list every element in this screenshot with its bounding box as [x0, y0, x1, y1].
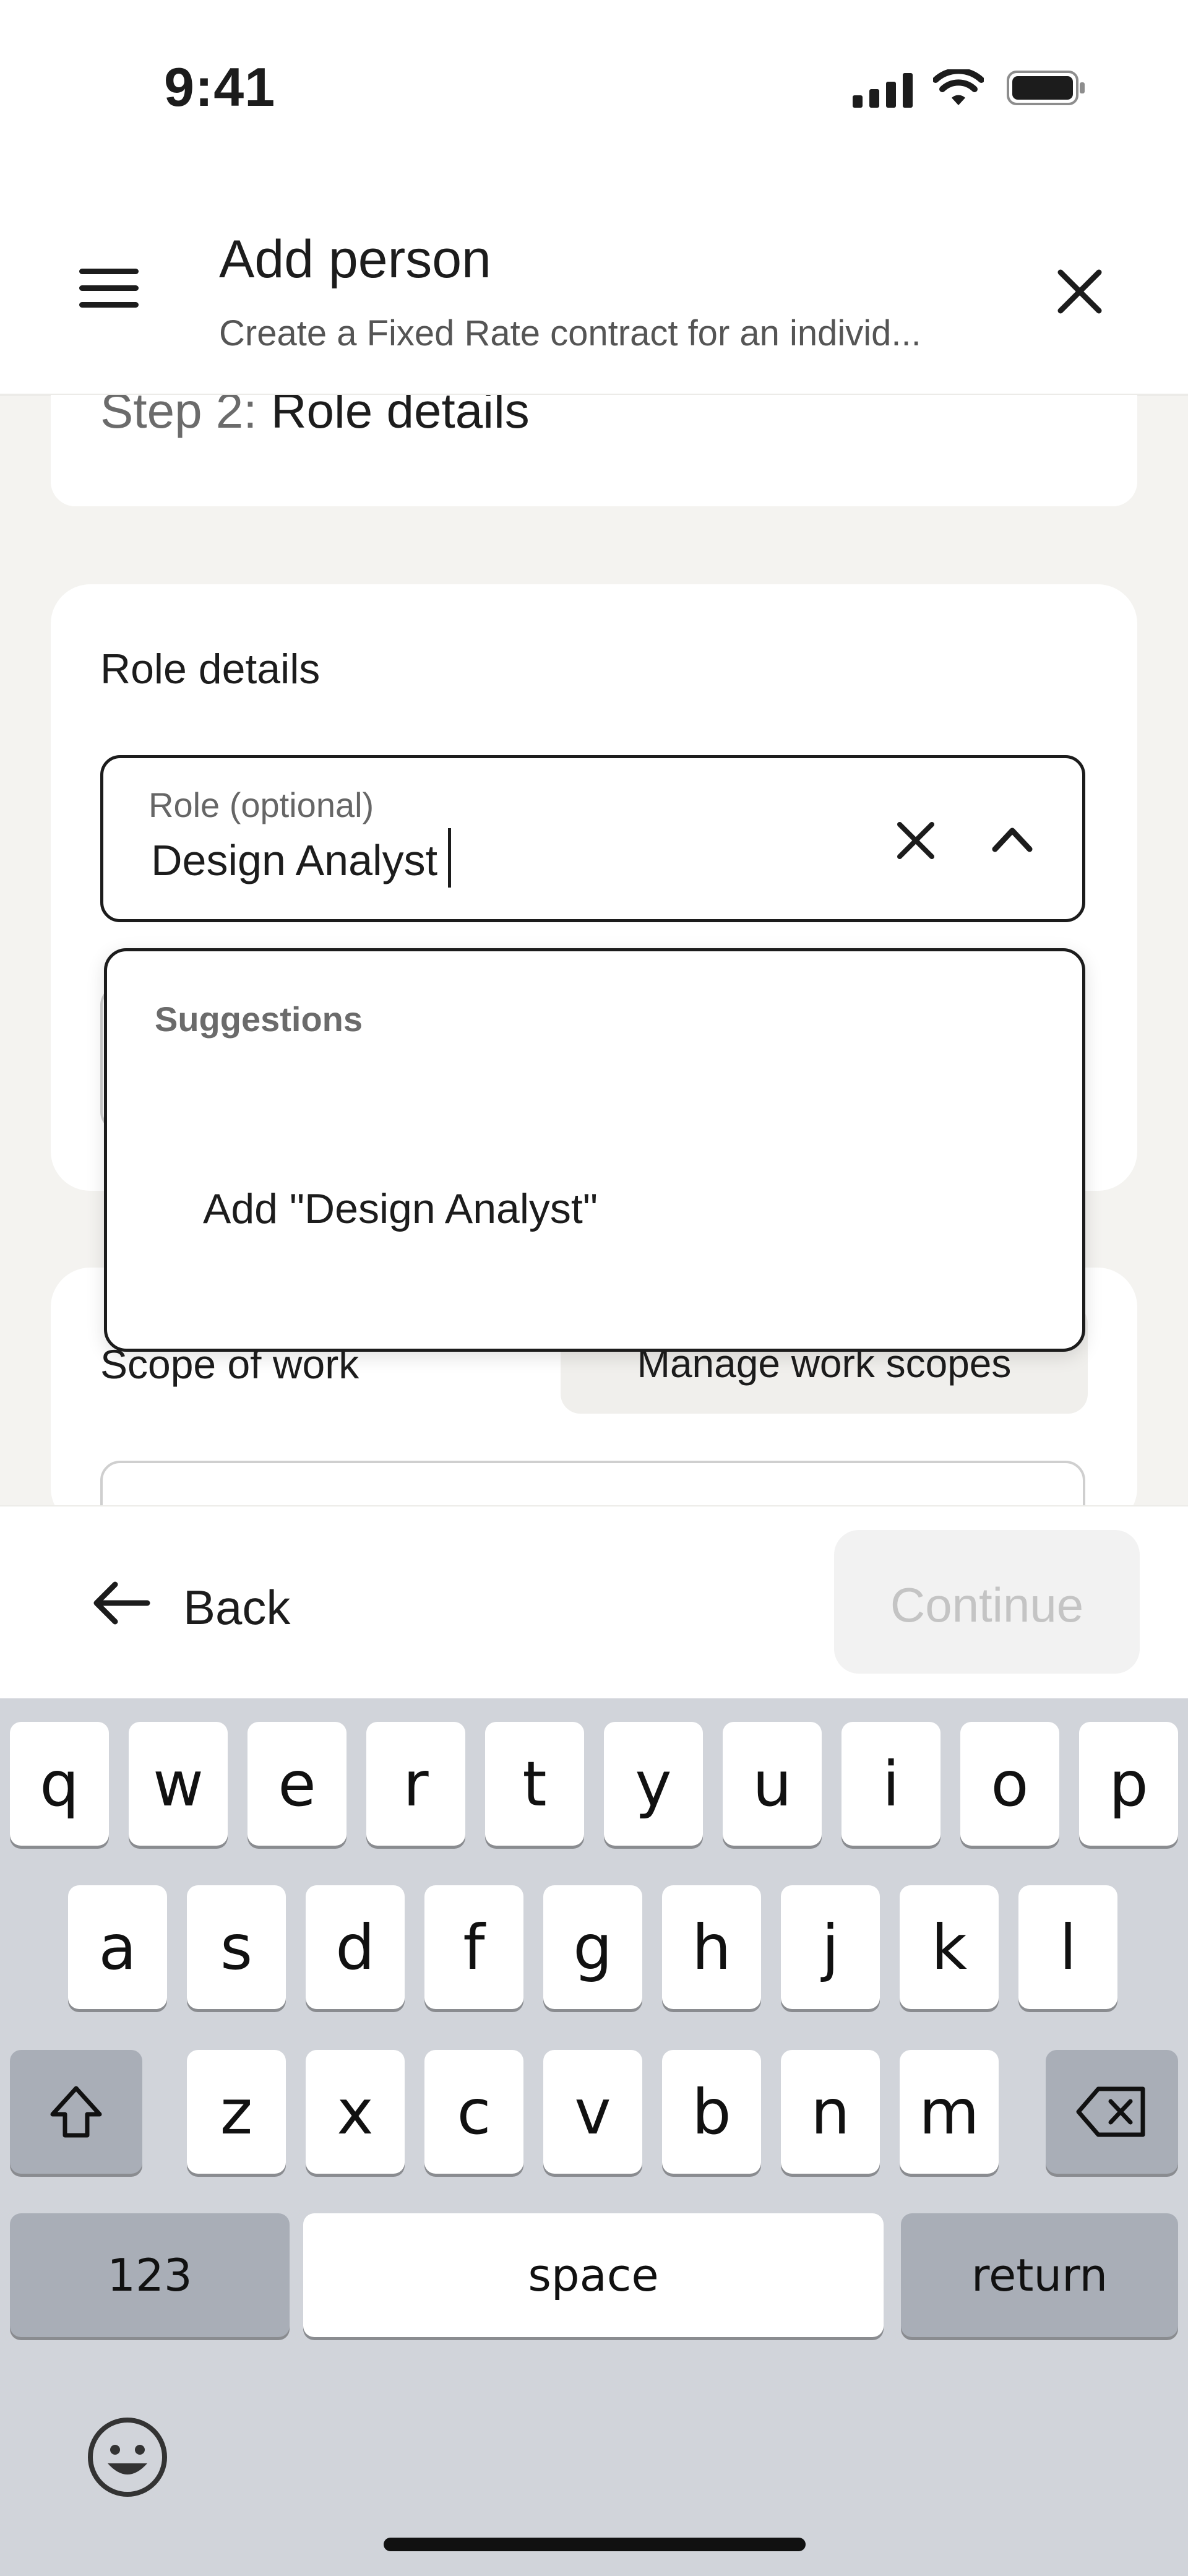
continue-label[interactable]: Continue	[834, 1577, 1140, 1633]
key-s[interactable]: s	[187, 1885, 286, 2009]
key-a[interactable]: a	[68, 1885, 167, 2009]
key-g[interactable]: g	[543, 1885, 642, 2009]
key-q[interactable]: q	[10, 1722, 109, 1846]
page-subtitle: Create a Fixed Rate contract for an indi…	[219, 313, 921, 353]
key-i[interactable]: i	[842, 1722, 940, 1846]
space-key[interactable]: space	[303, 2213, 884, 2337]
chevron-up-icon[interactable]	[988, 817, 1037, 862]
battery-icon	[1007, 71, 1085, 105]
key-d[interactable]: d	[306, 1885, 405, 2009]
numbers-key[interactable]: 123	[10, 2213, 290, 2337]
key-u[interactable]: u	[723, 1722, 822, 1846]
wifi-icon	[933, 69, 984, 105]
clear-icon[interactable]	[891, 816, 940, 865]
key-b[interactable]: b	[662, 2050, 761, 2174]
key-l[interactable]: l	[1018, 1885, 1117, 2009]
arrow-left-icon[interactable]	[90, 1578, 152, 1628]
key-c[interactable]: c	[424, 2050, 523, 2174]
hamburger-menu-icon[interactable]	[79, 266, 139, 311]
key-y[interactable]: y	[604, 1722, 703, 1846]
add-role-suggestion[interactable]: Add "Design Analyst"	[203, 1185, 598, 1233]
key-o[interactable]: o	[960, 1722, 1059, 1846]
back-button[interactable]: Back	[183, 1580, 290, 1636]
return-key[interactable]: return	[901, 2213, 1178, 2337]
close-icon[interactable]	[1052, 264, 1108, 319]
key-j[interactable]: j	[781, 1885, 880, 2009]
text-cursor	[448, 828, 451, 888]
emoji-icon[interactable]	[87, 2416, 168, 2498]
role-details-heading: Role details	[100, 646, 321, 693]
key-x[interactable]: x	[306, 2050, 405, 2174]
suggestions-heading: Suggestions	[155, 1000, 363, 1039]
delete-icon[interactable]	[1046, 2050, 1178, 2174]
key-m[interactable]: m	[900, 2050, 999, 2174]
key-t[interactable]: t	[485, 1722, 584, 1846]
role-input-value[interactable]: Design Analyst	[151, 836, 437, 885]
key-v[interactable]: v	[543, 2050, 642, 2174]
key-r[interactable]: r	[366, 1722, 465, 1846]
role-field-label: Role (optional)	[148, 785, 374, 824]
key-e[interactable]: e	[248, 1722, 346, 1846]
key-h[interactable]: h	[662, 1885, 761, 2009]
key-k[interactable]: k	[900, 1885, 999, 2009]
shift-icon[interactable]	[10, 2050, 142, 2174]
cellular-signal-icon	[853, 73, 913, 108]
key-z[interactable]: z	[187, 2050, 286, 2174]
key-p[interactable]: p	[1079, 1722, 1178, 1846]
key-n[interactable]: n	[781, 2050, 880, 2174]
status-time: 9:41	[164, 56, 276, 118]
home-indicator	[384, 2538, 806, 2551]
key-f[interactable]: f	[424, 1885, 523, 2009]
page-title: Add person	[219, 230, 491, 289]
key-w[interactable]: w	[129, 1722, 228, 1846]
